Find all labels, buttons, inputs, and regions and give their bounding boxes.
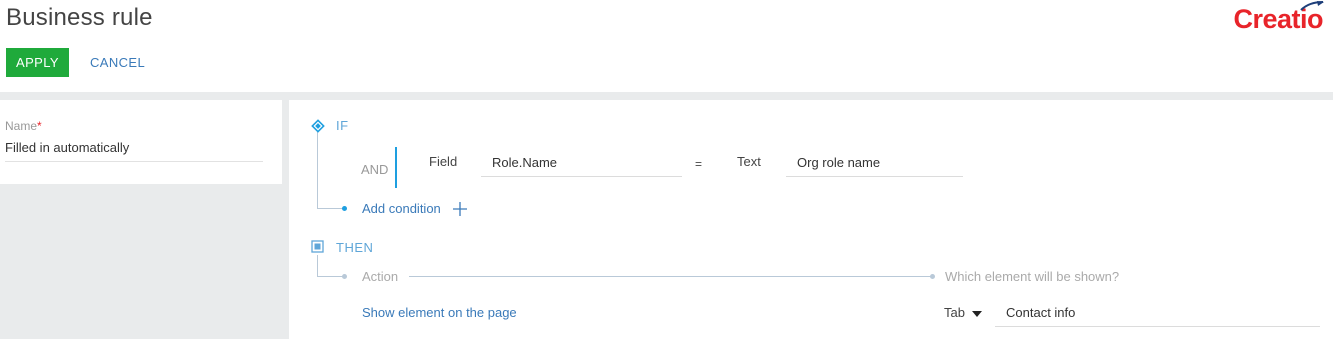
rule-editor: IF AND Field Role.Name = Text Org role n… xyxy=(289,100,1333,339)
header: Business rule Creatio APPLY CANCEL xyxy=(0,0,1333,92)
creatio-logo: Creatio xyxy=(1233,1,1324,35)
and-bracket xyxy=(395,147,397,188)
logo-swoosh-icon xyxy=(1300,1,1324,11)
action-placeholder: Action xyxy=(362,269,399,284)
action-select[interactable]: Show element on the page xyxy=(362,305,517,320)
divider xyxy=(0,92,1333,100)
then-tree-line xyxy=(317,255,318,277)
square-icon xyxy=(311,240,324,253)
required-marker: * xyxy=(37,119,42,133)
action-line xyxy=(409,276,931,277)
action-dot xyxy=(342,274,347,279)
element-placeholder: Which element will be shown? xyxy=(945,269,1120,284)
add-condition-dot xyxy=(342,206,347,211)
condition-right-type[interactable]: Text xyxy=(737,154,761,169)
element-type-label: Tab xyxy=(944,305,965,320)
name-input[interactable]: Filled in automatically xyxy=(5,140,263,162)
element-value-field[interactable]: Contact info xyxy=(995,305,1320,327)
condition-operator[interactable]: = xyxy=(695,157,702,171)
condition-left-value[interactable]: Role.Name xyxy=(481,155,682,177)
condition-right-value[interactable]: Org role name xyxy=(786,155,963,177)
caret-down-icon xyxy=(971,310,982,317)
apply-button[interactable]: APPLY xyxy=(6,48,69,77)
add-condition-link[interactable]: Add condition xyxy=(362,201,441,216)
if-label: IF xyxy=(336,118,349,133)
then-label: THEN xyxy=(336,240,374,255)
condition-left-type[interactable]: Field xyxy=(429,154,457,169)
page-title: Business rule xyxy=(6,4,153,31)
element-type-dropdown[interactable]: Tab xyxy=(944,305,982,320)
and-label: AND xyxy=(361,162,389,177)
cancel-button[interactable]: CANCEL xyxy=(82,48,153,77)
add-condition-connector xyxy=(317,208,343,209)
name-card: Name* Filled in automatically xyxy=(0,100,282,184)
plus-icon[interactable] xyxy=(452,201,468,217)
element-dot xyxy=(930,274,935,279)
diamond-icon xyxy=(311,119,325,133)
name-label: Name* xyxy=(5,119,42,133)
action-connector xyxy=(317,276,343,277)
name-label-text: Name xyxy=(5,119,38,133)
if-tree-line xyxy=(317,132,318,209)
